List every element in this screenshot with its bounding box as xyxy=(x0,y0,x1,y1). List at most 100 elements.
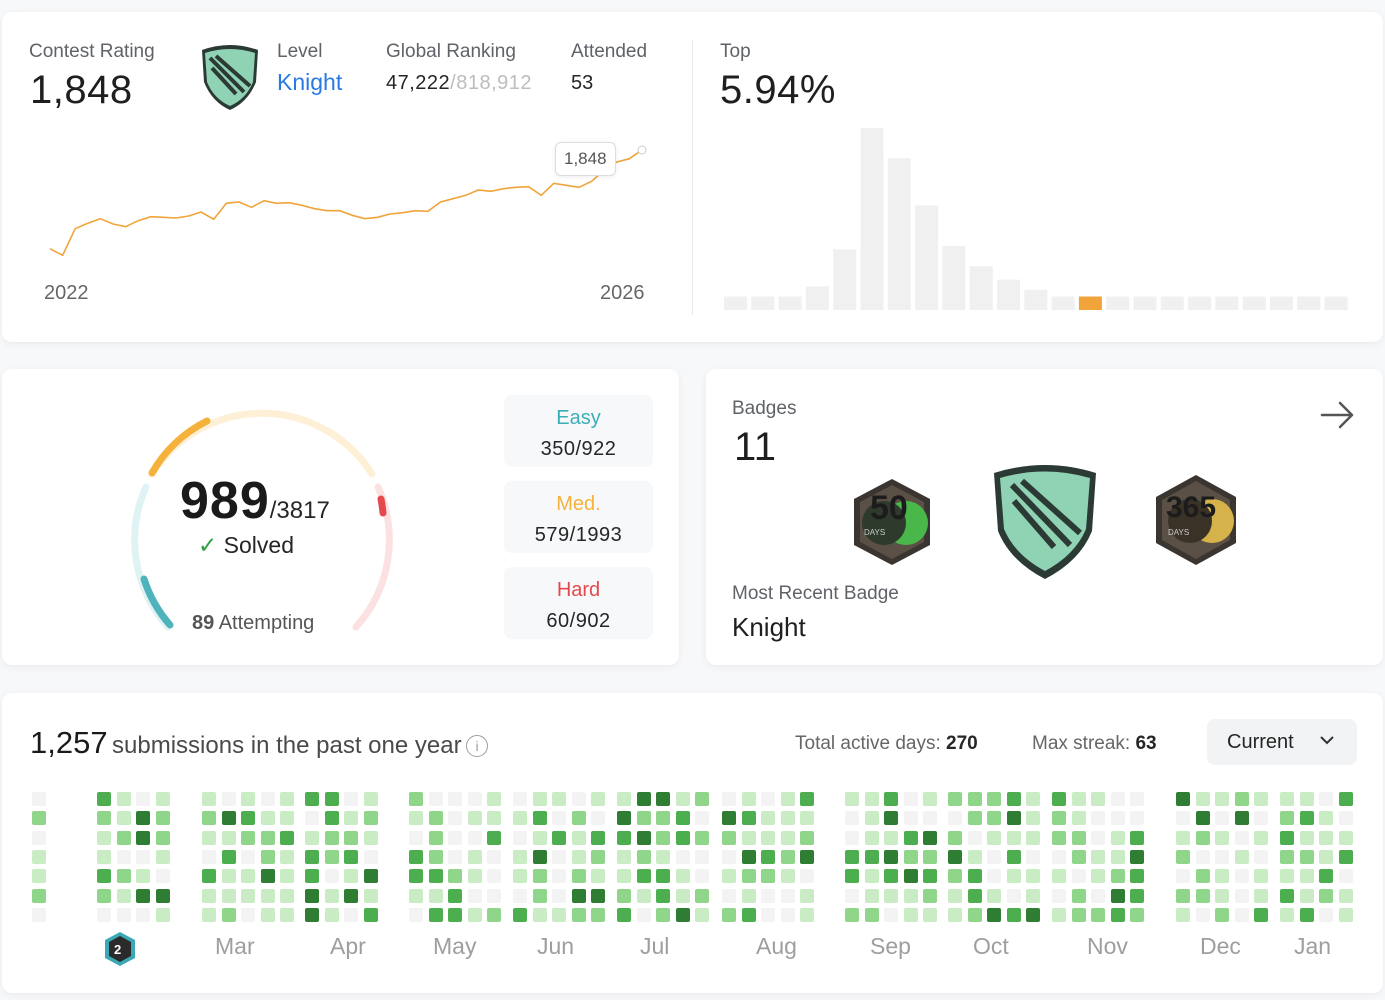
heatmap-cell[interactable] xyxy=(260,907,275,922)
heatmap-cell[interactable] xyxy=(722,811,736,826)
heatmap-cell[interactable] xyxy=(591,792,605,806)
heatmap-cell[interactable] xyxy=(97,907,111,922)
heatmap-cell[interactable] xyxy=(305,907,319,922)
heatmap-cell[interactable] xyxy=(864,830,879,845)
heatmap-cell[interactable] xyxy=(741,869,756,884)
heatmap-cell[interactable] xyxy=(1299,792,1314,806)
heatmap-cell[interactable] xyxy=(1195,811,1210,826)
heatmap-cell[interactable] xyxy=(987,869,1001,884)
heatmap-cell[interactable] xyxy=(923,849,937,864)
heatmap-cell[interactable] xyxy=(1338,907,1353,922)
heatmap-cell[interactable] xyxy=(903,811,918,826)
heatmap-cell[interactable] xyxy=(344,907,358,922)
heatmap-cell[interactable] xyxy=(884,792,898,806)
heatmap-cell[interactable] xyxy=(448,811,462,826)
heatmap-cell[interactable] xyxy=(884,811,898,826)
heatmap-cell[interactable] xyxy=(617,792,631,806)
heatmap-cell[interactable] xyxy=(1338,849,1353,864)
heatmap-cell[interactable] xyxy=(1234,869,1249,884)
heatmap-cell[interactable] xyxy=(428,907,443,922)
heatmap-cell[interactable] xyxy=(987,811,1001,826)
heatmap-cell[interactable] xyxy=(1215,830,1229,845)
heatmap-cell[interactable] xyxy=(260,869,275,884)
heatmap-cell[interactable] xyxy=(761,830,775,845)
heatmap-cell[interactable] xyxy=(324,830,339,845)
heatmap-cell[interactable] xyxy=(800,849,814,864)
heatmap-cell[interactable] xyxy=(136,888,150,903)
heatmap-cell[interactable] xyxy=(695,869,709,884)
heatmap-cell[interactable] xyxy=(280,792,294,806)
heatmap-cell[interactable] xyxy=(116,811,131,826)
heatmap-cell[interactable] xyxy=(1280,869,1294,884)
heatmap-cell[interactable] xyxy=(571,888,586,903)
heatmap-cell[interactable] xyxy=(617,849,631,864)
heatmap-cell[interactable] xyxy=(241,792,255,806)
heatmap-cell[interactable] xyxy=(1052,888,1066,903)
heatmap-cell[interactable] xyxy=(1319,830,1333,845)
heatmap-cell[interactable] xyxy=(1338,792,1353,806)
heatmap-cell[interactable] xyxy=(97,792,111,806)
heatmap-cell[interactable] xyxy=(741,907,756,922)
heatmap-cell[interactable] xyxy=(800,811,814,826)
heatmap-cell[interactable] xyxy=(513,888,527,903)
heatmap-cell[interactable] xyxy=(305,811,319,826)
heatmap-cell[interactable] xyxy=(845,849,859,864)
heatmap-cell[interactable] xyxy=(1006,888,1021,903)
heatmap-cell[interactable] xyxy=(448,849,462,864)
heatmap-cell[interactable] xyxy=(780,849,795,864)
heatmap-cell[interactable] xyxy=(1091,869,1105,884)
heatmap-cell[interactable] xyxy=(32,830,46,845)
heatmap-cell[interactable] xyxy=(467,907,482,922)
heatmap-cell[interactable] xyxy=(1338,888,1353,903)
heatmap-cell[interactable] xyxy=(948,811,962,826)
heatmap-cell[interactable] xyxy=(409,811,423,826)
heatmap-cell[interactable] xyxy=(428,811,443,826)
heatmap-cell[interactable] xyxy=(1006,811,1021,826)
heatmap-cell[interactable] xyxy=(923,830,937,845)
heatmap-cell[interactable] xyxy=(513,869,527,884)
heatmap-cell[interactable] xyxy=(97,888,111,903)
heatmap-cell[interactable] xyxy=(695,830,709,845)
heatmap-cell[interactable] xyxy=(1215,811,1229,826)
heatmap-cell[interactable] xyxy=(722,830,736,845)
heatmap-cell[interactable] xyxy=(800,792,814,806)
heatmap-cell[interactable] xyxy=(1176,830,1190,845)
heatmap-cell[interactable] xyxy=(552,849,566,864)
heatmap-cell[interactable] xyxy=(636,830,651,845)
heatmap-cell[interactable] xyxy=(1176,792,1190,806)
heatmap-cell[interactable] xyxy=(221,869,236,884)
heatmap-cell[interactable] xyxy=(97,869,111,884)
heatmap-cell[interactable] xyxy=(845,907,859,922)
heatmap-cell[interactable] xyxy=(280,888,294,903)
heatmap-cell[interactable] xyxy=(1071,792,1086,806)
heatmap-cell[interactable] xyxy=(1110,811,1125,826)
heatmap-cell[interactable] xyxy=(32,907,46,922)
heatmap-cell[interactable] xyxy=(116,830,131,845)
heatmap-cell[interactable] xyxy=(1195,792,1210,806)
heatmap-cell[interactable] xyxy=(675,811,690,826)
heatmap-cell[interactable] xyxy=(741,830,756,845)
heatmap-cell[interactable] xyxy=(155,792,170,806)
heatmap-cell[interactable] xyxy=(513,830,527,845)
heatmap-cell[interactable] xyxy=(532,792,547,806)
heatmap-cell[interactable] xyxy=(948,792,962,806)
heatmap-cell[interactable] xyxy=(532,830,547,845)
arrow-right-icon[interactable] xyxy=(1318,395,1358,440)
heatmap-cell[interactable] xyxy=(344,792,358,806)
heatmap-cell[interactable] xyxy=(487,792,501,806)
heatmap-cell[interactable] xyxy=(97,830,111,845)
heatmap-cell[interactable] xyxy=(532,849,547,864)
hard-box[interactable]: Hard 60/902 xyxy=(504,567,653,639)
heatmap-cell[interactable] xyxy=(1176,811,1190,826)
heatmap-cell[interactable] xyxy=(1234,792,1249,806)
heatmap-cell[interactable] xyxy=(1071,830,1086,845)
heatmap-cell[interactable] xyxy=(1006,869,1021,884)
heatmap-cell[interactable] xyxy=(656,792,670,806)
heatmap-cell[interactable] xyxy=(923,888,937,903)
heatmap-cell[interactable] xyxy=(948,869,962,884)
heatmap-cell[interactable] xyxy=(448,907,462,922)
heatmap-cell[interactable] xyxy=(1130,792,1144,806)
heatmap-cell[interactable] xyxy=(1071,811,1086,826)
heatmap-cell[interactable] xyxy=(780,792,795,806)
heatmap-cell[interactable] xyxy=(1110,830,1125,845)
